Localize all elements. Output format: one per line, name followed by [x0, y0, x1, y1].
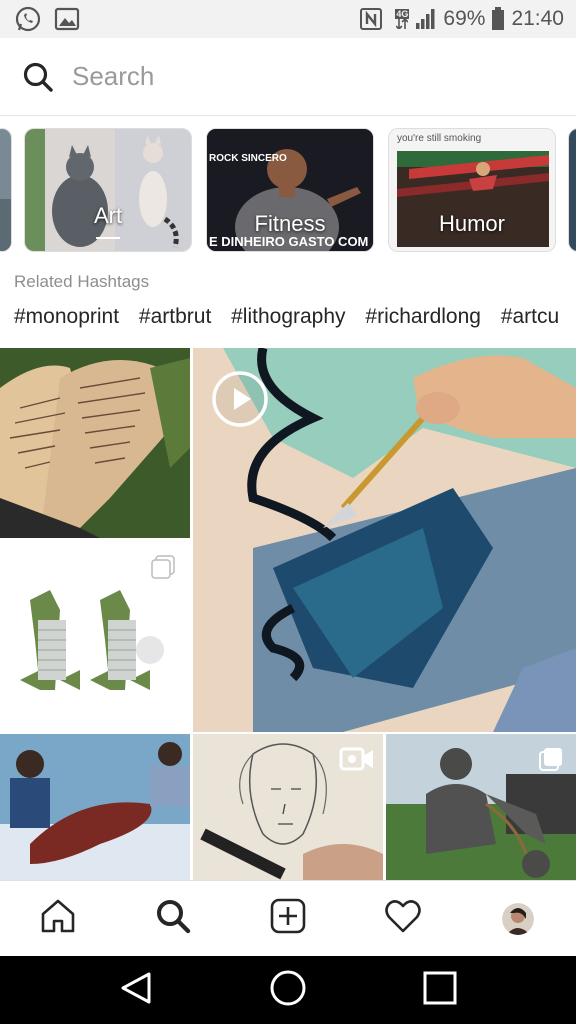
art-topic-image — [25, 129, 191, 251]
grid-item-legs-with-writing[interactable] — [0, 348, 190, 538]
search-bar[interactable] — [0, 38, 576, 116]
video-camera-icon — [339, 746, 375, 777]
battery-percent: 69% — [443, 7, 486, 30]
explore-grid — [0, 348, 576, 880]
battery-icon — [491, 7, 505, 31]
nav-profile-button[interactable] — [488, 889, 548, 949]
grid-item-crocodile-plush[interactable] — [0, 540, 190, 730]
topic-card-humor[interactable]: you're still smoking Humor — [388, 128, 556, 252]
grid-item-painting-people[interactable] — [0, 734, 190, 880]
search-icon — [154, 897, 192, 940]
recents-icon[interactable] — [421, 969, 459, 1012]
active-topic-underline — [96, 237, 120, 239]
grid-item-pencil-sketch[interactable] — [193, 734, 383, 880]
whatsapp-icon — [14, 5, 42, 33]
topic-card-fitness[interactable]: ROCK SINCERO Fitness E DINHEIRO GASTO CO… — [206, 128, 374, 252]
fitness-image-caption-bottom: E DINHEIRO GASTO COM — [209, 234, 369, 249]
grid-item-palette-knife-painting[interactable] — [193, 348, 576, 732]
hashtag-item[interactable]: #monoprint — [14, 305, 119, 328]
album-icon — [538, 746, 564, 777]
add-post-icon — [269, 897, 307, 940]
avatar — [502, 902, 535, 935]
topic-label-humor: Humor — [438, 211, 505, 236]
nav-search-button[interactable] — [143, 889, 203, 949]
nav-activity-button[interactable] — [373, 889, 433, 949]
hashtag-item[interactable]: #artcu — [501, 305, 559, 328]
home-icon — [39, 897, 77, 940]
nfc-icon — [359, 7, 383, 31]
android-nav-bar — [0, 956, 576, 1024]
topic-card-partial-right[interactable] — [568, 128, 576, 252]
album-icon — [150, 554, 176, 585]
back-icon[interactable] — [117, 969, 155, 1012]
grid-item-bronze-statue[interactable] — [386, 734, 576, 880]
related-hashtags-title: Related Hashtags — [14, 272, 150, 291]
hashtag-item[interactable]: #lithography — [231, 305, 345, 328]
search-input[interactable] — [72, 61, 492, 92]
fitness-image-caption-top: ROCK SINCERO — [209, 153, 287, 164]
network-type: 4G — [395, 9, 410, 19]
bottom-nav — [0, 880, 576, 956]
signal-icon — [415, 8, 437, 30]
status-left — [14, 5, 80, 33]
topic-label-art: Art — [93, 203, 123, 228]
topic-carousel[interactable]: Art ROCK SINCERO Fitness E DINHEIRO GAST… — [0, 128, 576, 252]
search-icon — [22, 61, 54, 93]
network-icon: 4G — [395, 9, 410, 29]
topic-card-partial-left[interactable] — [0, 128, 12, 252]
hashtag-item[interactable]: #artbrut — [139, 305, 211, 328]
clock: 21:40 — [511, 7, 564, 30]
hashtag-item[interactable]: #richardlong — [365, 305, 481, 328]
video-play-icon — [211, 370, 269, 433]
hashtag-list: #monoprint #artbrut #lithography #richar… — [14, 305, 573, 329]
topic-card-art[interactable]: Art — [24, 128, 192, 252]
status-right: 4G 69% 21:40 — [359, 7, 564, 31]
nav-add-button[interactable] — [258, 889, 318, 949]
gallery-icon — [54, 7, 80, 31]
home-circle-icon[interactable] — [269, 969, 307, 1012]
status-bar: 4G 69% 21:40 — [0, 0, 576, 38]
heart-icon — [384, 898, 422, 939]
humor-image-caption: you're still smoking — [397, 133, 482, 144]
nav-home-button[interactable] — [28, 889, 88, 949]
